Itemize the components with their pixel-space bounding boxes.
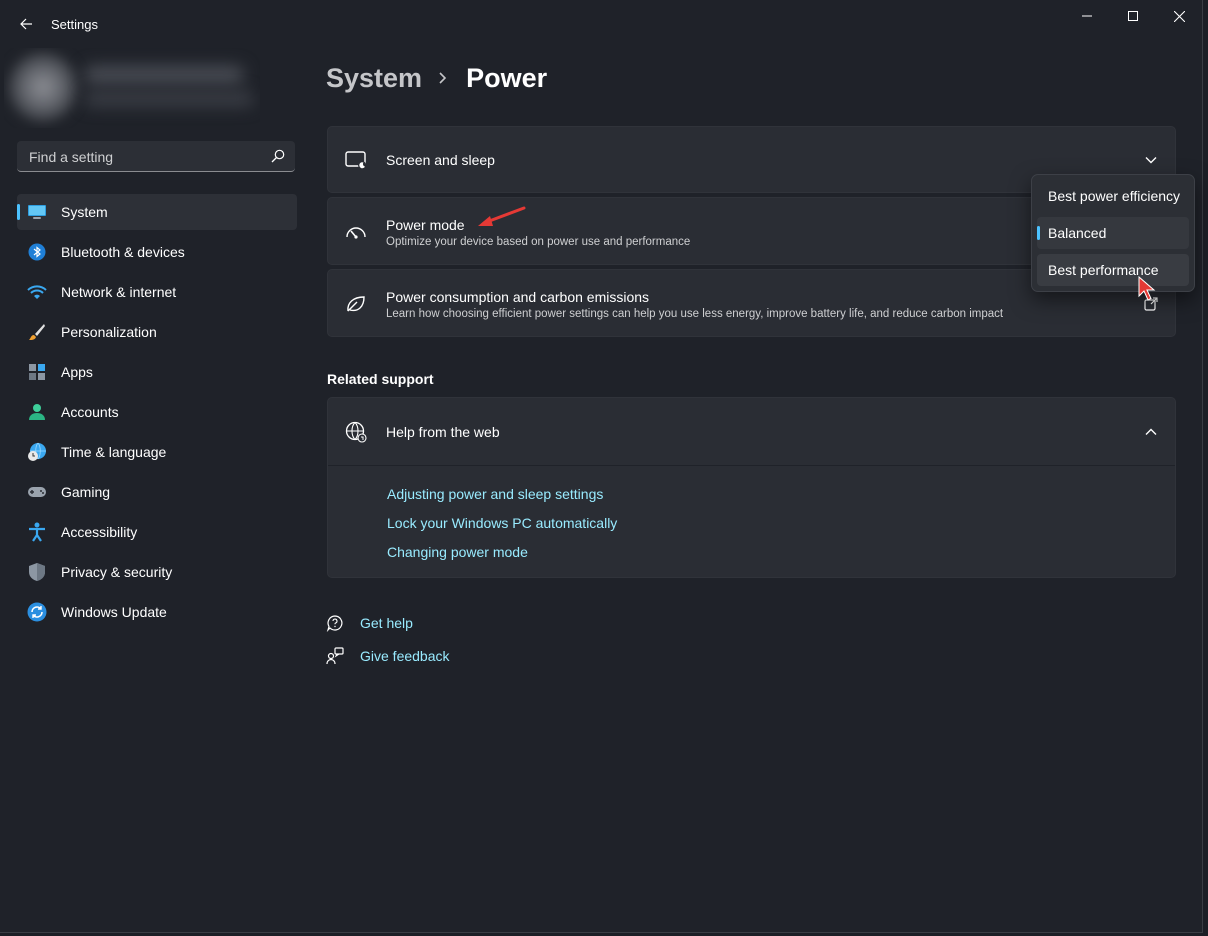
help-link-adjusting-power[interactable]: Adjusting power and sleep settings — [387, 486, 603, 502]
globe-icon — [345, 421, 367, 443]
sidebar-item-label: Windows Update — [61, 604, 167, 620]
screen-sleep-icon — [345, 149, 367, 171]
speedometer-icon — [345, 221, 367, 243]
mouse-cursor-icon — [1138, 276, 1156, 301]
sidebar-item-windows-update[interactable]: Windows Update — [17, 594, 297, 630]
sidebar-nav: System Bluetooth & devices Network & int… — [17, 194, 297, 634]
give-feedback-link[interactable]: Give feedback — [360, 648, 450, 664]
sidebar-item-label: Network & internet — [61, 284, 177, 300]
maximize-icon — [1128, 11, 1138, 21]
feedback-icon — [326, 647, 344, 665]
card-subtitle: Optimize your device based on power use … — [386, 236, 691, 248]
monitor-icon — [27, 202, 47, 222]
sidebar-item-bluetooth[interactable]: Bluetooth & devices — [17, 234, 297, 270]
maximize-button[interactable] — [1110, 0, 1156, 32]
sidebar-item-label: Time & language — [61, 444, 167, 460]
card-title: Power mode — [386, 217, 465, 233]
settings-window: Settings System Bluet — [0, 0, 1203, 933]
sidebar-item-apps[interactable]: Apps — [17, 354, 297, 390]
minimize-button[interactable] — [1064, 0, 1110, 32]
sidebar-item-network[interactable]: Network & internet — [17, 274, 297, 310]
help-link-lock-pc[interactable]: Lock your Windows PC automatically — [387, 515, 617, 531]
close-icon — [1173, 10, 1185, 22]
option-label: Balanced — [1048, 225, 1107, 241]
sidebar-item-time-language[interactable]: Time & language — [17, 434, 297, 470]
sidebar-item-label: Gaming — [61, 484, 111, 500]
sidebar-item-label: Accounts — [61, 404, 119, 420]
user-profile[interactable] — [4, 48, 260, 128]
get-help-icon — [326, 615, 343, 632]
app-title: Settings — [51, 17, 98, 32]
search-icon — [271, 149, 285, 163]
card-subtitle: Learn how choosing efficient power setti… — [386, 308, 1004, 320]
breadcrumb-parent[interactable]: System — [326, 63, 422, 94]
breadcrumb: System Power — [326, 58, 547, 98]
sidebar-item-label: Bluetooth & devices — [61, 244, 185, 260]
annotation-arrow-icon — [478, 206, 526, 226]
help-link-changing-power-mode[interactable]: Changing power mode — [387, 544, 528, 560]
chevron-up-icon[interactable] — [1143, 424, 1159, 440]
close-button[interactable] — [1156, 0, 1202, 32]
profile-name-blurred — [84, 66, 244, 84]
sidebar-item-system[interactable]: System — [17, 194, 297, 230]
search-box[interactable] — [17, 141, 295, 173]
back-button[interactable] — [14, 12, 38, 36]
apps-icon — [27, 362, 47, 382]
sidebar-item-label: Privacy & security — [61, 564, 173, 580]
bluetooth-icon — [27, 242, 47, 262]
card-title: Power consumption and carbon emissions — [386, 289, 650, 305]
sidebar-item-label: Apps — [61, 364, 93, 380]
globe-clock-icon — [27, 442, 47, 462]
sidebar-item-label: Accessibility — [61, 524, 138, 540]
leaf-icon — [345, 293, 367, 315]
divider — [328, 465, 1175, 466]
title-bar: Settings — [0, 0, 1202, 48]
power-mode-option-balanced[interactable]: Balanced — [1037, 217, 1189, 249]
chevron-right-icon — [438, 71, 448, 85]
related-support-heading: Related support — [327, 371, 434, 387]
page-title: Power — [466, 62, 548, 93]
option-label: Best power efficiency — [1048, 188, 1181, 204]
gamepad-icon — [27, 482, 47, 502]
power-mode-dropdown[interactable]: Best power efficiency Balanced Best perf… — [1031, 174, 1195, 292]
update-icon — [27, 602, 47, 622]
chevron-down-icon[interactable] — [1143, 152, 1159, 168]
sidebar-item-privacy[interactable]: Privacy & security — [17, 554, 297, 590]
sidebar-item-label: Personalization — [61, 324, 157, 340]
sidebar-item-accessibility[interactable]: Accessibility — [17, 514, 297, 550]
avatar — [8, 52, 78, 122]
get-help-link[interactable]: Get help — [360, 615, 413, 631]
card-title: Help from the web — [386, 424, 500, 440]
power-mode-option-performance[interactable]: Best performance — [1037, 254, 1189, 286]
wifi-icon — [27, 282, 47, 302]
profile-email-blurred — [84, 92, 254, 106]
search-input[interactable] — [27, 141, 261, 173]
brush-icon — [27, 322, 47, 342]
sidebar-item-gaming[interactable]: Gaming — [17, 474, 297, 510]
sidebar-item-accounts[interactable]: Accounts — [17, 394, 297, 430]
accessibility-icon — [27, 522, 47, 542]
help-from-web-card: Help from the web Adjusting power and sl… — [327, 397, 1176, 578]
shield-icon — [27, 562, 47, 582]
power-mode-option-efficiency[interactable]: Best power efficiency — [1037, 180, 1189, 212]
sidebar-item-personalization[interactable]: Personalization — [17, 314, 297, 350]
minimize-icon — [1082, 15, 1092, 17]
sidebar-item-label: System — [61, 204, 108, 220]
card-title: Screen and sleep — [386, 152, 495, 168]
person-icon — [27, 402, 47, 422]
back-arrow-icon — [20, 18, 32, 30]
